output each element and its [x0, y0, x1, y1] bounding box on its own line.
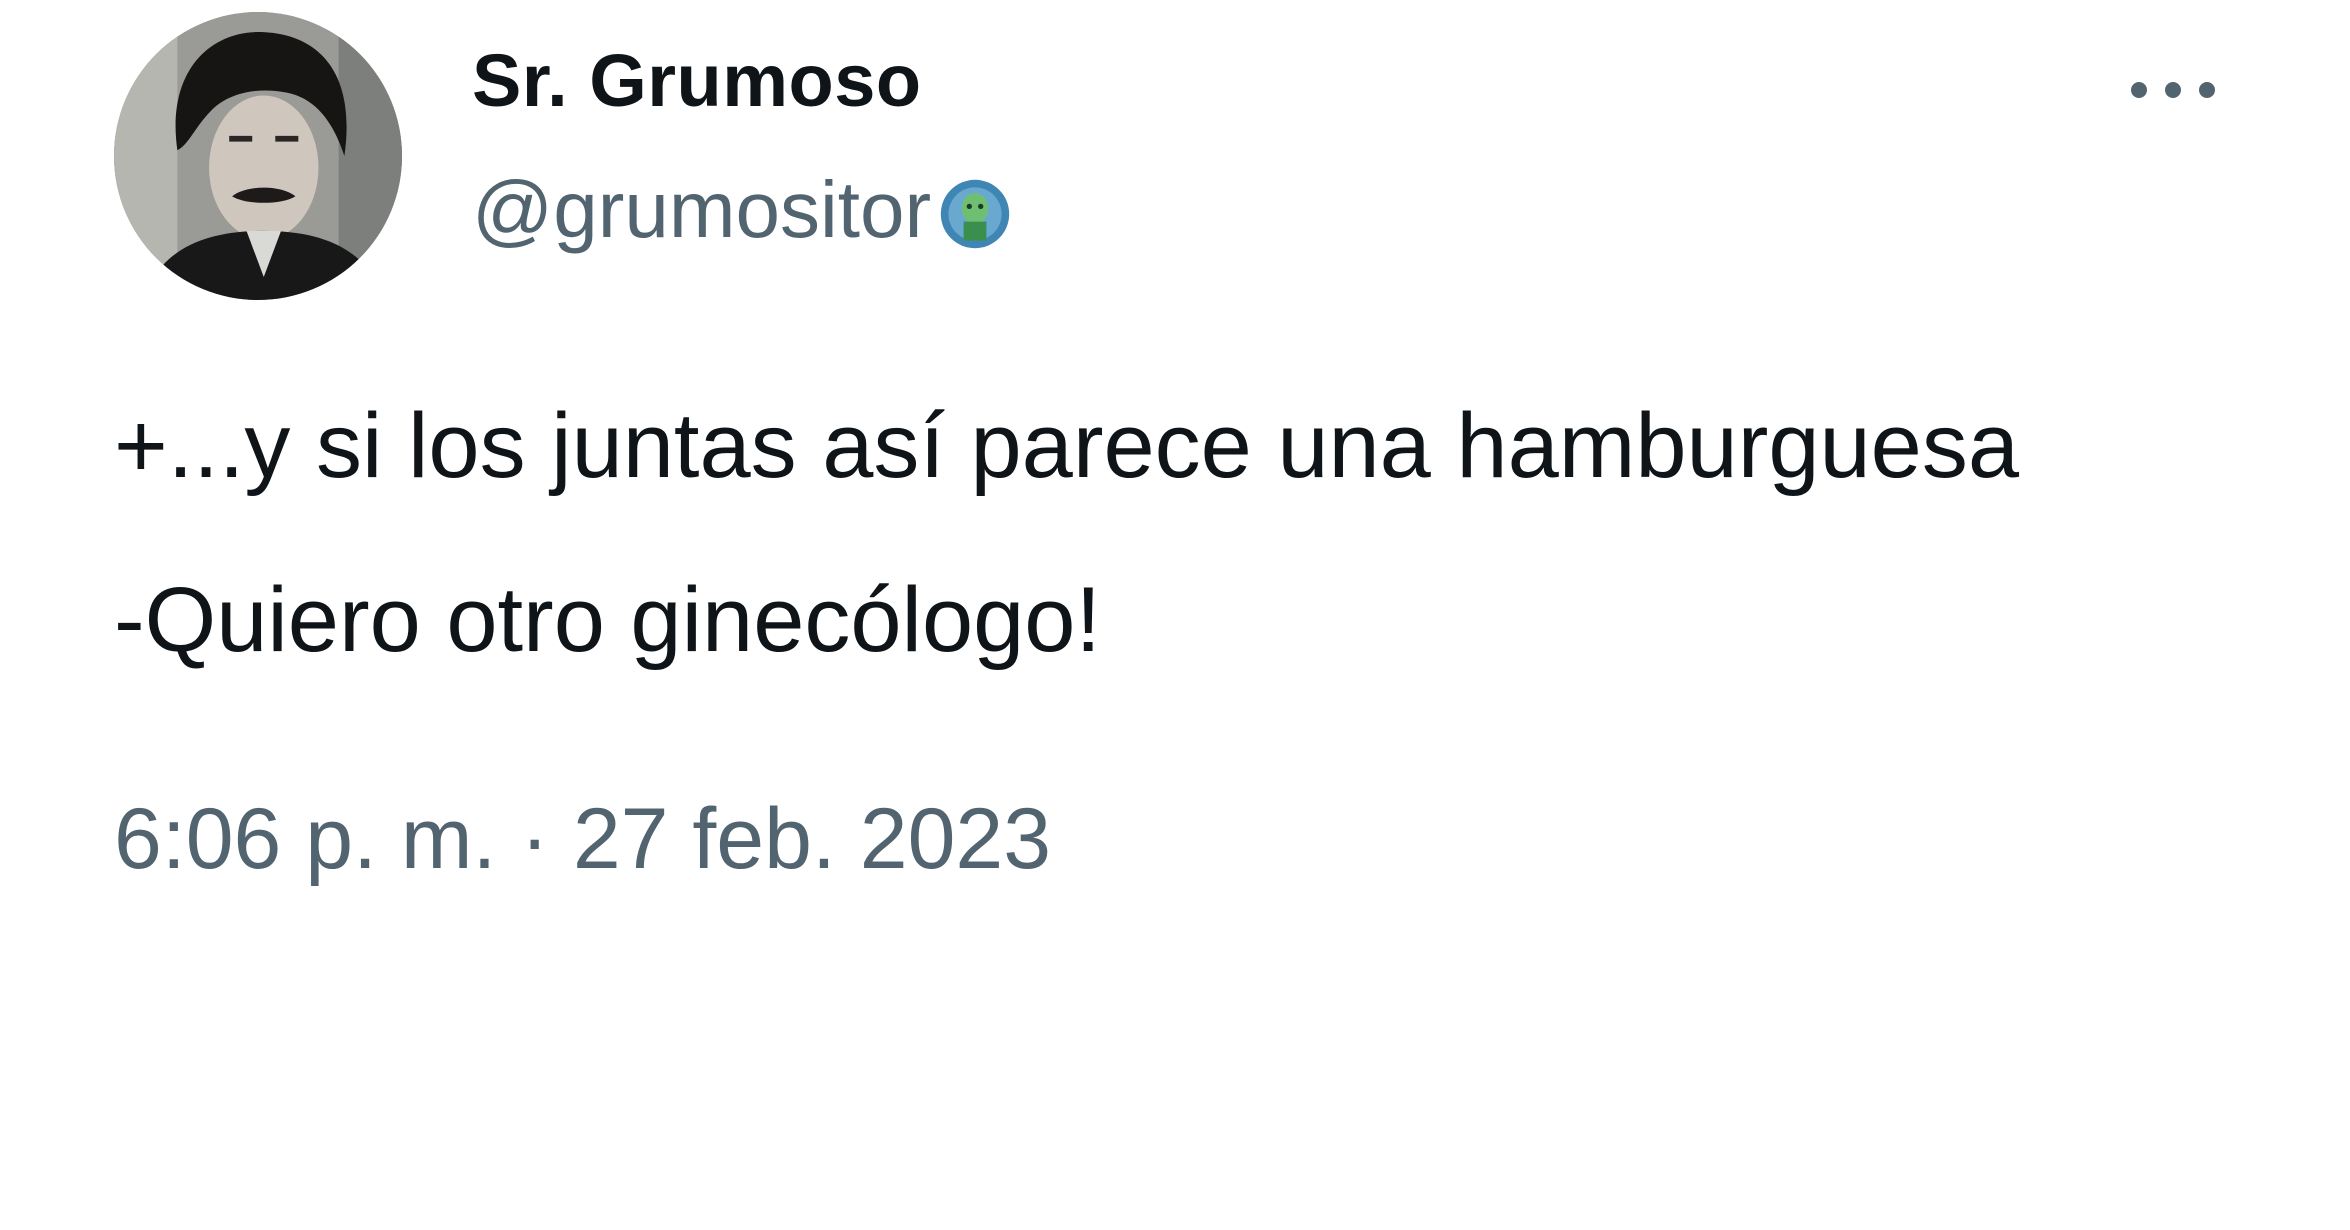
tweet-card: Sr. Grumoso @grumositor +...y si los jun…: [0, 0, 2350, 1230]
avatar[interactable]: [114, 12, 402, 300]
more-options-button[interactable]: [2118, 62, 2228, 118]
tweet-text-line: +...y si los juntas así parece una hambu…: [114, 395, 2020, 497]
author-handle[interactable]: @grumositor: [472, 170, 931, 250]
profile-photo-icon: [114, 12, 402, 300]
more-options-icon: [2131, 82, 2215, 98]
tweet-text: +...y si los juntas así parece una hambu…: [114, 400, 2314, 666]
tweet-text-line: -Quiero otro ginecólogo!: [114, 569, 1102, 671]
author-display-name[interactable]: Sr. Grumoso: [472, 44, 922, 118]
author-handle-row: @grumositor: [472, 168, 1013, 252]
handle-emoji-badge-icon: [937, 176, 1013, 252]
tweet-timestamp[interactable]: 6:06 p. m. · 27 feb. 2023: [114, 796, 1051, 882]
